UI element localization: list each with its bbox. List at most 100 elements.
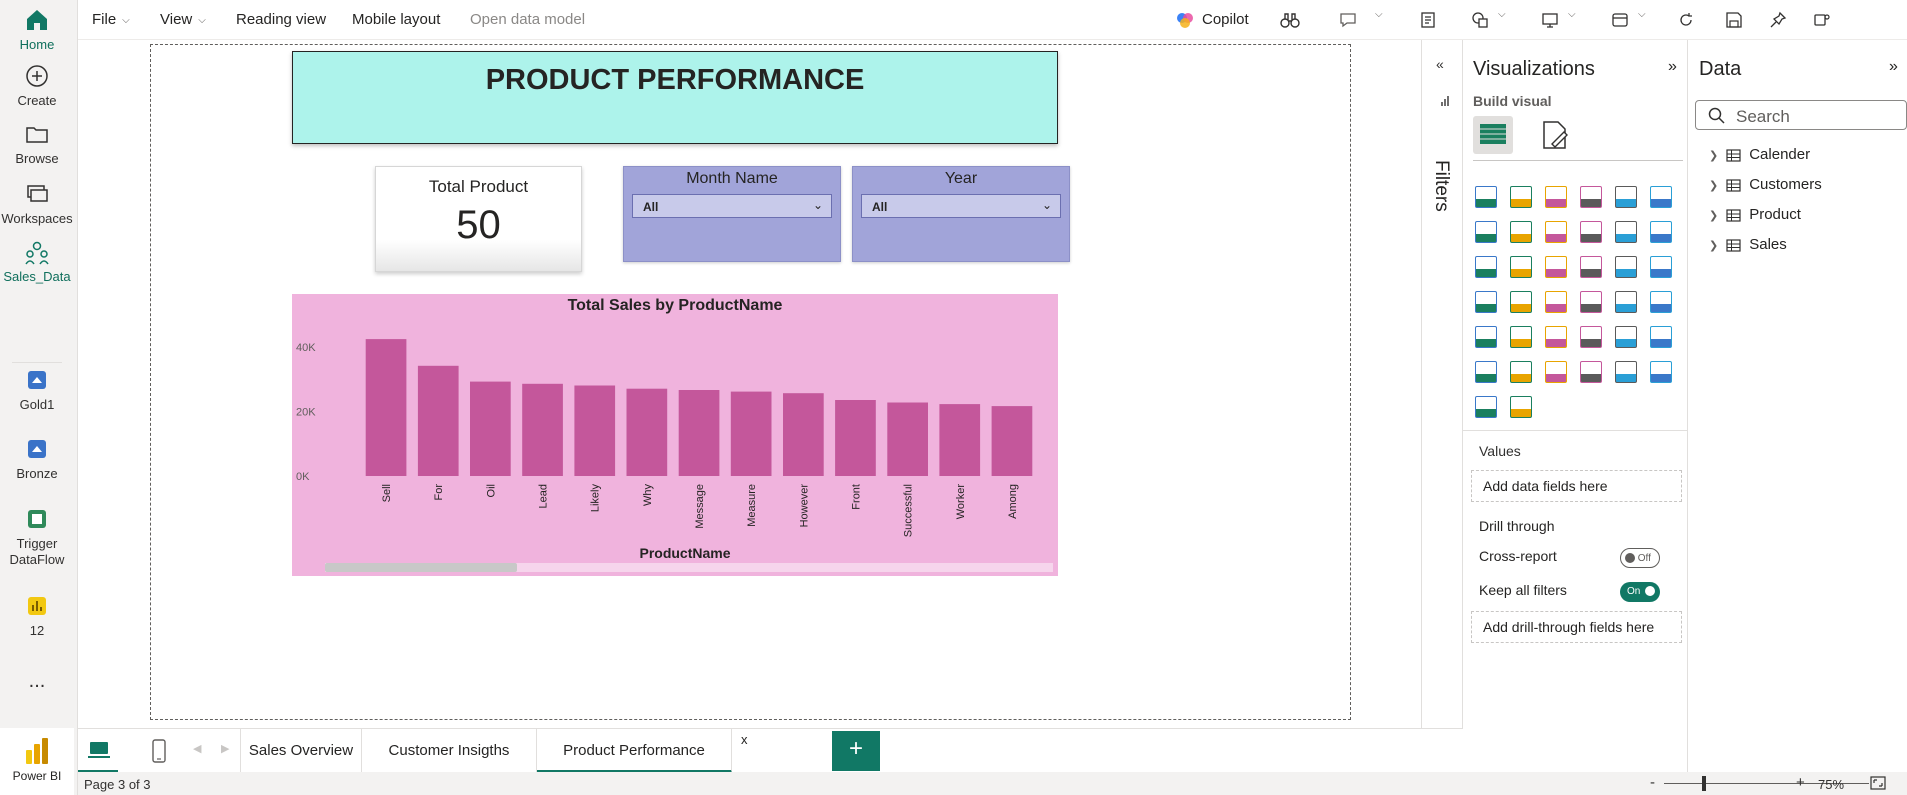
rail-bronze[interactable]: Bronze bbox=[0, 435, 74, 481]
save-icon[interactable] bbox=[1724, 10, 1744, 30]
present-icon[interactable] bbox=[1540, 10, 1560, 30]
visual-type-icon[interactable] bbox=[1615, 361, 1637, 383]
visual-type-icon[interactable] bbox=[1545, 326, 1567, 348]
bar-for[interactable] bbox=[417, 365, 459, 476]
bar-why[interactable] bbox=[626, 388, 668, 476]
zoom-in-button[interactable]: + bbox=[1796, 774, 1805, 791]
visual-type-icon[interactable] bbox=[1475, 361, 1497, 383]
chevron-down-icon[interactable]: ⌵ bbox=[1498, 9, 1506, 20]
visual-type-icon[interactable] bbox=[1650, 291, 1672, 313]
file-menu[interactable]: File ⌵ bbox=[92, 11, 130, 28]
tab-customer-insights[interactable]: Customer Insigths bbox=[362, 729, 537, 773]
visual-type-icon[interactable] bbox=[1615, 256, 1637, 278]
zoom-out-button[interactable]: - bbox=[1650, 774, 1655, 791]
chevron-down-icon[interactable]: ⌵ bbox=[1375, 9, 1383, 20]
report-title-card[interactable]: PRODUCT PERFORMANCE bbox=[292, 51, 1058, 144]
open-data-model-button[interactable]: Open data model bbox=[470, 11, 585, 28]
visual-type-icon[interactable] bbox=[1615, 221, 1637, 243]
rail-create[interactable]: Create bbox=[0, 62, 74, 108]
visual-type-icon[interactable] bbox=[1475, 396, 1497, 418]
visual-type-icon[interactable] bbox=[1580, 256, 1602, 278]
visual-type-icon[interactable] bbox=[1510, 361, 1532, 383]
data-table-product[interactable]: ❯ Product bbox=[1709, 206, 1801, 223]
mobile-icon[interactable] bbox=[152, 739, 166, 763]
chevron-right-icon[interactable]: ❯ bbox=[1709, 150, 1718, 162]
chart-horizontal-scrollbar[interactable] bbox=[325, 563, 1053, 572]
visual-type-icon[interactable] bbox=[1580, 186, 1602, 208]
chevron-down-icon[interactable]: ⌵ bbox=[1638, 9, 1646, 20]
visual-type-icon[interactable] bbox=[1650, 361, 1672, 383]
format-visual-icon[interactable] bbox=[1538, 118, 1572, 152]
visual-type-icon[interactable] bbox=[1510, 256, 1532, 278]
fit-to-page-icon[interactable] bbox=[1870, 776, 1886, 790]
reading-view-button[interactable]: Reading view bbox=[236, 11, 326, 28]
next-page-icon[interactable]: ▶ bbox=[221, 742, 229, 755]
visual-type-icon[interactable] bbox=[1615, 186, 1637, 208]
visual-type-icon[interactable] bbox=[1615, 326, 1637, 348]
collapse-pane-icon[interactable]: » bbox=[1668, 58, 1677, 76]
visual-type-icon[interactable] bbox=[1580, 291, 1602, 313]
visual-type-icon[interactable] bbox=[1615, 291, 1637, 313]
scrollbar-thumb[interactable] bbox=[325, 563, 517, 572]
visual-type-icon[interactable] bbox=[1475, 221, 1497, 243]
mobile-layout-button[interactable]: Mobile layout bbox=[352, 11, 440, 28]
bar-lead[interactable] bbox=[522, 383, 563, 476]
visual-type-icon[interactable] bbox=[1545, 221, 1567, 243]
refresh-icon[interactable] bbox=[1676, 10, 1696, 30]
comment-icon[interactable] bbox=[1338, 10, 1358, 30]
drill-through-drop-zone[interactable]: Add drill-through fields here bbox=[1471, 611, 1682, 643]
total-product-card[interactable]: Total Product 50 bbox=[375, 166, 582, 272]
visual-type-icon[interactable] bbox=[1580, 221, 1602, 243]
bar-worker[interactable] bbox=[939, 404, 981, 476]
visual-type-icon[interactable] bbox=[1650, 256, 1672, 278]
year-dropdown[interactable]: All ⌄ bbox=[861, 194, 1061, 218]
visual-type-icon[interactable] bbox=[1580, 361, 1602, 383]
rail-gold1[interactable]: Gold1 bbox=[0, 366, 74, 412]
visual-type-icon[interactable] bbox=[1650, 326, 1672, 348]
visual-type-icon[interactable] bbox=[1510, 291, 1532, 313]
expand-left-icon[interactable]: « bbox=[1436, 56, 1444, 72]
notes-icon[interactable] bbox=[1418, 10, 1438, 30]
bar-front[interactable] bbox=[835, 400, 876, 476]
visual-type-icon[interactable] bbox=[1650, 221, 1672, 243]
cross-report-toggle[interactable]: Off bbox=[1620, 548, 1660, 568]
data-search-input[interactable]: Search bbox=[1695, 100, 1907, 130]
tab-sales-overview[interactable]: Sales Overview bbox=[240, 729, 362, 773]
bar-oil[interactable] bbox=[470, 381, 511, 476]
shapes-icon[interactable] bbox=[1470, 10, 1490, 30]
total-sales-bar-chart[interactable]: Total Sales by ProductName 0K 20K 40K Sell F… bbox=[292, 294, 1058, 576]
visual-type-icon[interactable] bbox=[1580, 326, 1602, 348]
filters-pane-collapsed[interactable]: « Filters bbox=[1421, 40, 1463, 728]
tab-product-performance[interactable]: Product Performance bbox=[537, 729, 732, 773]
copilot-button[interactable]: Copilot bbox=[1176, 11, 1249, 29]
visual-type-icon[interactable] bbox=[1650, 186, 1672, 208]
visual-type-icon[interactable] bbox=[1545, 291, 1567, 313]
collapse-pane-icon[interactable]: » bbox=[1889, 58, 1898, 76]
zoom-slider-thumb[interactable] bbox=[1702, 776, 1706, 791]
rail-report-12[interactable]: 12 bbox=[0, 592, 74, 638]
chevron-right-icon[interactable]: ❯ bbox=[1709, 210, 1718, 222]
close-tab-icon[interactable]: x bbox=[741, 732, 748, 747]
month-name-slicer[interactable]: Month Name All ⌄ bbox=[623, 166, 841, 262]
add-page-button[interactable]: + bbox=[832, 731, 880, 771]
rail-sales-data[interactable]: Sales_Data bbox=[0, 238, 74, 284]
chevron-down-icon[interactable]: ⌵ bbox=[1568, 9, 1576, 20]
bar-successful[interactable] bbox=[887, 402, 928, 477]
values-drop-zone[interactable]: Add data fields here bbox=[1471, 470, 1682, 502]
view-menu[interactable]: View ⌵ bbox=[160, 11, 206, 28]
previous-page-icon[interactable]: ◀ bbox=[193, 742, 201, 755]
month-name-dropdown[interactable]: All ⌄ bbox=[632, 194, 832, 218]
visual-type-icon[interactable] bbox=[1510, 396, 1532, 418]
rail-browse[interactable]: Browse bbox=[0, 120, 74, 166]
visual-type-icon[interactable] bbox=[1510, 186, 1532, 208]
chevron-right-icon[interactable]: ❯ bbox=[1709, 240, 1718, 252]
visual-type-icon[interactable] bbox=[1545, 361, 1567, 383]
rail-trigger-dataflow[interactable]: Trigger DataFlow bbox=[0, 505, 74, 568]
bar-sell[interactable] bbox=[365, 339, 407, 476]
desktop-layout-toggle[interactable] bbox=[78, 729, 118, 773]
layout-icon[interactable] bbox=[1610, 10, 1630, 30]
bar-among[interactable] bbox=[991, 406, 1033, 476]
visual-type-icon[interactable] bbox=[1475, 326, 1497, 348]
visual-type-icon[interactable] bbox=[1475, 291, 1497, 313]
build-visual-tab[interactable] bbox=[1473, 116, 1513, 154]
